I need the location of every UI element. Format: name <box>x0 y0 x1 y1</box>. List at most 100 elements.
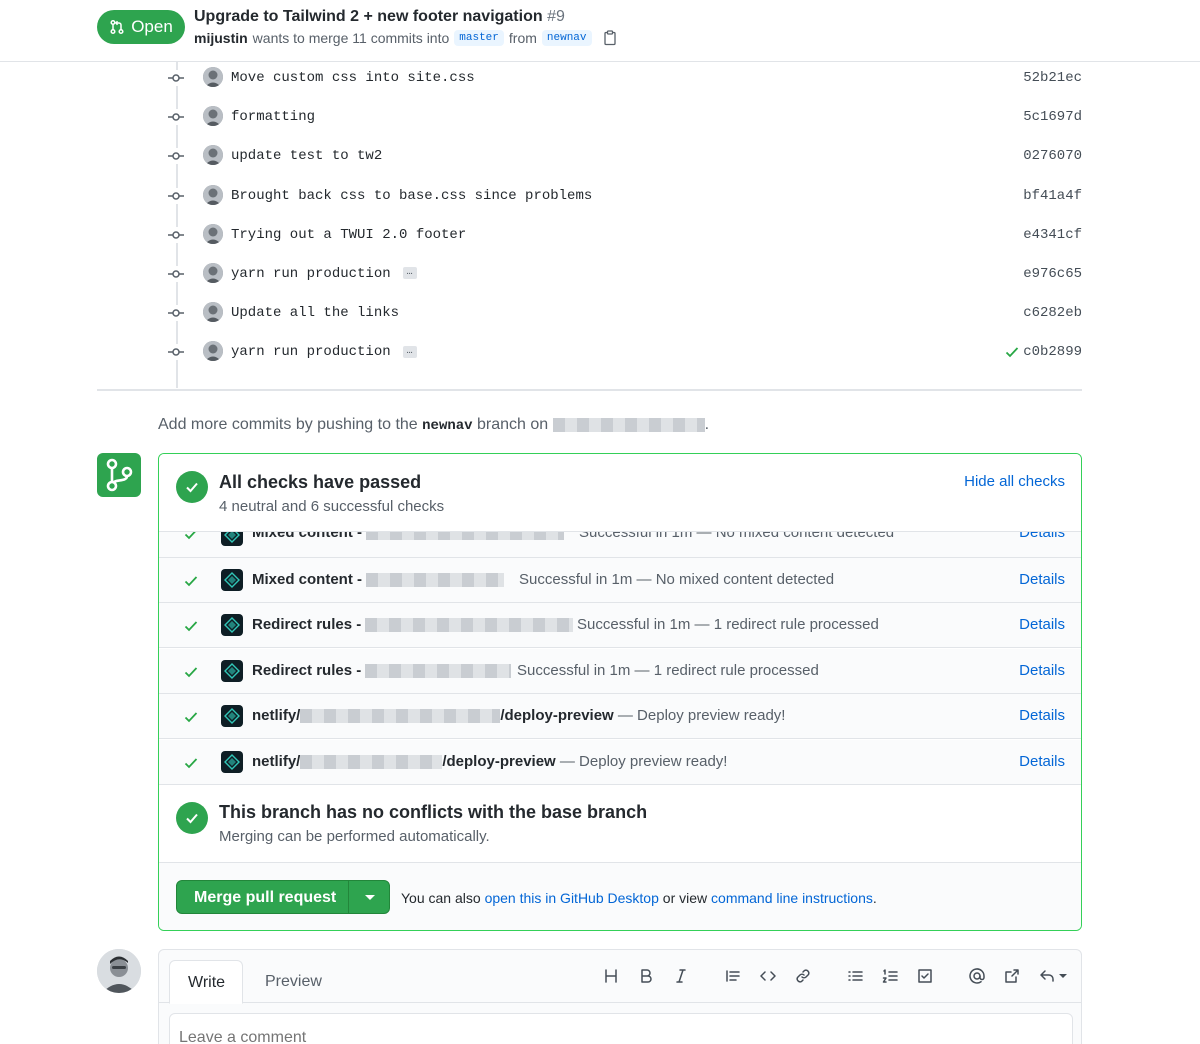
check-icon <box>184 576 198 587</box>
task-list-icon[interactable] <box>914 965 936 987</box>
check-name-text: Redirect rules - <box>252 616 362 633</box>
check-name: netlify/ /deploy-preview — Deploy preview… <box>252 753 727 770</box>
check-details-link[interactable]: Details <box>1019 571 1065 588</box>
check-name-suffix: /deploy-preview <box>442 753 556 770</box>
check-row: Mixed content - Successful in 1m — No mi… <box>159 558 1081 603</box>
check-description: — Deploy preview ready! <box>559 753 728 770</box>
commit-message-link[interactable]: yarn run production <box>231 266 391 282</box>
head-branch[interactable]: newnav <box>541 30 592 46</box>
commit-author-avatar[interactable] <box>203 184 223 205</box>
commit-sha-link[interactable]: c0b2899 <box>1023 344 1082 360</box>
code-icon[interactable] <box>757 965 779 987</box>
commit-node-icon <box>168 148 184 165</box>
pr-header: Open Upgrade to Tailwind 2 + new footer … <box>0 0 1200 62</box>
check-name-suffix: /deploy-preview <box>500 707 614 724</box>
expand-commit-button[interactable]: … <box>402 267 417 280</box>
pr-author-link[interactable]: mijustin <box>194 30 248 46</box>
check-details-link[interactable]: Details <box>1019 753 1065 770</box>
push-note-middle: branch on <box>477 416 549 433</box>
push-note-branch: newnav <box>422 418 473 434</box>
commit-author-avatar[interactable] <box>203 263 223 283</box>
commit-sha-link[interactable]: e4341cf <box>1023 227 1082 243</box>
commit-author-avatar[interactable] <box>203 67 223 87</box>
merge-status-icon <box>97 453 141 497</box>
netlify-app-icon <box>221 660 243 682</box>
merge-method-dropdown-icon[interactable] <box>365 895 375 900</box>
commit-message-link[interactable]: Update all the links <box>231 305 399 321</box>
copy-icon[interactable] <box>602 30 618 46</box>
commit-message-link[interactable]: yarn run production <box>231 344 391 360</box>
merge-footer: Merge pull request You can also open thi… <box>159 862 1081 930</box>
comment-composer: Write Preview <box>158 949 1082 1044</box>
check-icon <box>184 712 198 723</box>
expand-commit-button[interactable]: … <box>402 345 417 358</box>
commit-sha-link[interactable]: e976c65 <box>1023 266 1082 282</box>
check-icon[interactable] <box>1004 344 1020 360</box>
netlify-app-icon <box>221 614 243 636</box>
redacted-repo <box>552 417 705 432</box>
pr-title-text: Upgrade to Tailwind 2 + new footer navig… <box>194 8 543 25</box>
check-name: Redirect rules - <box>252 616 574 633</box>
pr-meta: mijustin wants to merge 11 commits into … <box>194 30 618 46</box>
commit-sha-link[interactable]: 5c1697d <box>1023 109 1082 125</box>
check-description: Successful in 1m — No mixed content dete… <box>519 571 835 588</box>
commit-message-link[interactable]: formatting <box>231 109 315 125</box>
commit-author-avatar[interactable] <box>203 223 223 244</box>
commit-row: Trying out a TWUI 2.0 footer e4341cf <box>160 221 1082 249</box>
reply-dropdown-icon[interactable] <box>1059 974 1067 978</box>
open-github-desktop-link[interactable]: open this in GitHub Desktop <box>485 890 659 906</box>
heading-icon[interactable] <box>600 965 622 987</box>
commit-node-icon <box>168 70 184 86</box>
command-line-instructions-link[interactable]: command line instructions <box>711 890 873 906</box>
checks-summary: All checks have passed 4 neutral and 6 s… <box>159 454 1081 532</box>
check-row: Redirect rules - Successful in 1m — 1 re… <box>159 603 1081 648</box>
redacted-site <box>365 618 574 633</box>
redacted-site <box>366 573 505 588</box>
tab-preview[interactable]: Preview <box>247 960 340 1004</box>
current-user-avatar[interactable] <box>97 949 141 993</box>
commit-author-avatar[interactable] <box>203 106 223 127</box>
netlify-app-icon <box>221 705 243 727</box>
mention-icon[interactable] <box>966 965 988 987</box>
pull-request-icon <box>110 19 124 35</box>
merge-hint-suffix: . <box>872 890 877 906</box>
check-name-text: Mixed content - <box>252 571 363 588</box>
tab-write[interactable]: Write <box>169 960 243 1004</box>
from-text: from <box>508 30 537 46</box>
link-icon[interactable] <box>792 965 814 987</box>
reply-icon[interactable] <box>1036 965 1058 987</box>
commit-author-avatar[interactable] <box>203 341 223 362</box>
check-details-link[interactable]: Details <box>1019 616 1065 633</box>
comment-input[interactable] <box>169 1013 1073 1044</box>
comment-tabs: Write Preview <box>159 950 1081 1004</box>
check-row: Redirect rules - Successful in 1m — 1 re… <box>159 649 1081 694</box>
quote-icon[interactable] <box>722 965 744 987</box>
merge-pull-request-button[interactable]: Merge pull request <box>194 889 336 907</box>
commit-sha-link[interactable]: 52b21ec <box>1023 70 1082 86</box>
commit-node-icon <box>168 305 184 322</box>
commit-sha-link[interactable]: 0276070 <box>1023 148 1082 164</box>
commit-message-link[interactable]: update test to tw2 <box>231 148 382 164</box>
check-details-link[interactable]: Details <box>1019 707 1065 724</box>
commit-message-link[interactable]: Trying out a TWUI 2.0 footer <box>231 227 466 243</box>
bulleted-list-icon[interactable] <box>844 965 866 987</box>
hide-checks-link[interactable]: Hide all checks <box>964 473 1065 490</box>
commit-message-link[interactable]: Move custom css into site.css <box>231 70 475 86</box>
commit-node-icon <box>168 226 184 243</box>
checks-subtitle: 4 neutral and 6 successful checks <box>219 498 445 515</box>
cross-reference-icon[interactable] <box>1001 965 1023 987</box>
commit-author-avatar[interactable] <box>203 302 223 323</box>
commit-sha-link[interactable]: bf41a4f <box>1023 188 1082 204</box>
check-description: Successful in 1m — 1 redirect rule proce… <box>577 616 879 633</box>
commit-sha-link[interactable]: c6282eb <box>1023 305 1082 321</box>
numbered-list-icon[interactable] <box>879 965 901 987</box>
commit-message-link[interactable]: Brought back css to base.css since probl… <box>231 188 592 204</box>
commit-node-icon <box>168 187 184 204</box>
check-name-prefix: netlify/ <box>252 707 301 724</box>
commit-author-avatar[interactable] <box>203 145 223 166</box>
commit-row: Update all the links c6282eb <box>160 299 1082 327</box>
italic-icon[interactable] <box>670 965 692 987</box>
check-details-link[interactable]: Details <box>1019 662 1065 679</box>
base-branch[interactable]: master <box>454 30 504 46</box>
bold-icon[interactable] <box>635 965 657 987</box>
